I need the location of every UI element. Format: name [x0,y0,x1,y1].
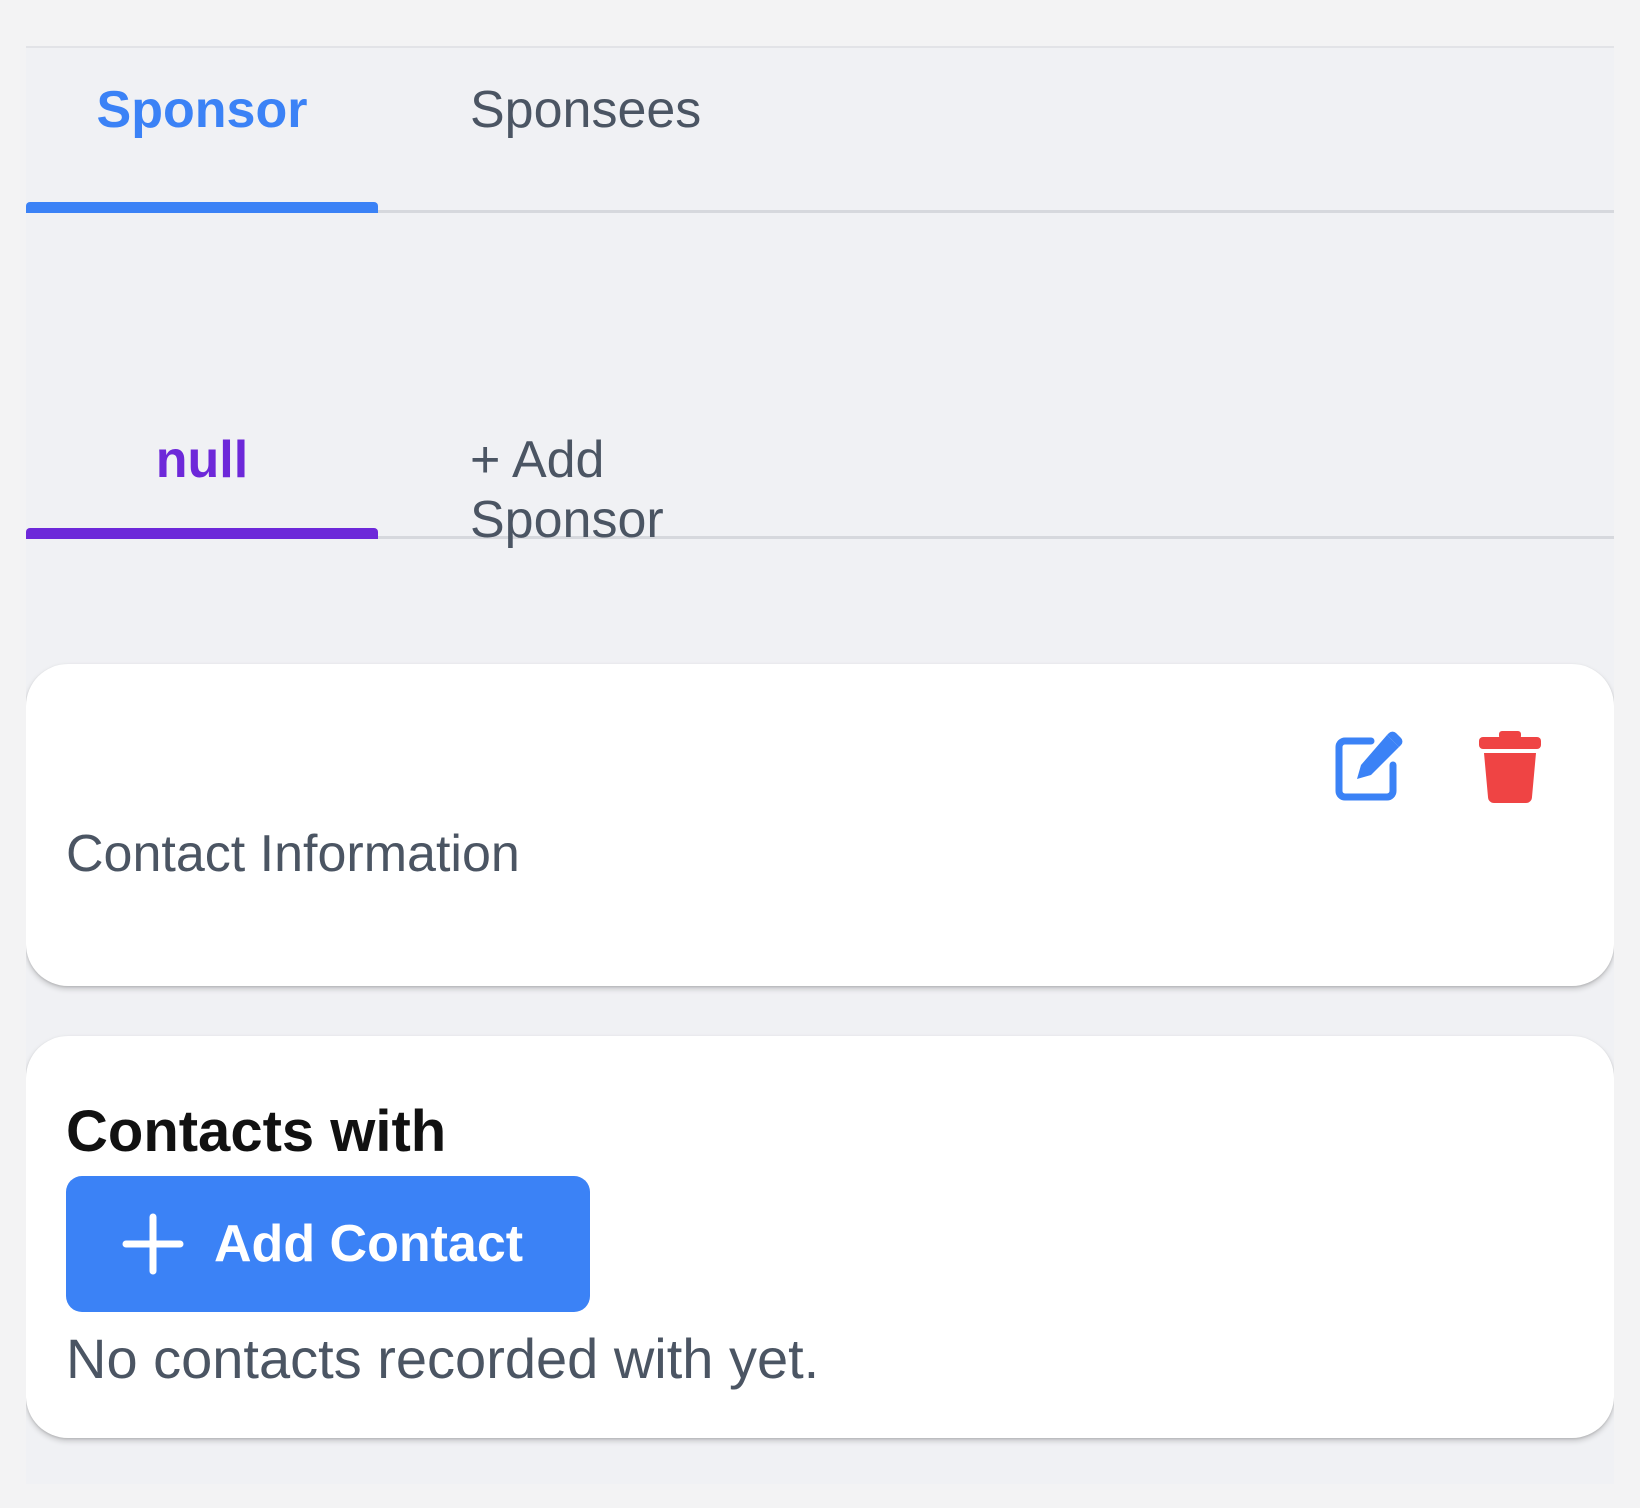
tab-sponsor-null-active-indicator [26,528,378,539]
add-contact-button-label: Add Contact [214,1215,524,1273]
tab-add-sponsor-label: + Add Sponsor [470,431,664,549]
tab-sponsor-label: Sponsor [96,81,308,139]
tab-sponsees[interactable]: Sponsees [378,48,808,210]
edit-button[interactable] [1326,724,1410,808]
tab-sponsees-label: Sponsees [470,81,702,139]
tab-add-sponsor[interactable]: + Add Sponsor [378,374,808,549]
contacts-card-title: Contacts with [66,1099,447,1164]
contacts-card: Contacts with Add Contact No contacts re… [26,1036,1614,1438]
contact-information-card: Contact Information [26,664,1614,986]
tab-sponsor-null[interactable]: null [26,374,378,539]
add-contact-button[interactable]: Add Contact [66,1176,590,1312]
plus-icon [122,1213,184,1275]
tab-sponsor-null-label: null [155,431,249,489]
sponsor-tab-bar: null + Add Sponsor [26,374,1614,549]
trash-icon [1479,731,1541,803]
tab-sponsor-active-indicator [26,202,378,213]
edit-icon [1335,731,1403,801]
tab-sponsor[interactable]: Sponsor [26,48,378,213]
sponsor-panel: Sponsor Sponsees null + Add Sponsor Cont… [26,46,1614,1484]
contact-information-label: Contact Information [66,825,520,883]
empty-contacts-message: No contacts recorded with yet. [66,1327,820,1390]
delete-button[interactable] [1468,724,1552,808]
primary-tab-bar: Sponsor Sponsees [26,48,1614,213]
